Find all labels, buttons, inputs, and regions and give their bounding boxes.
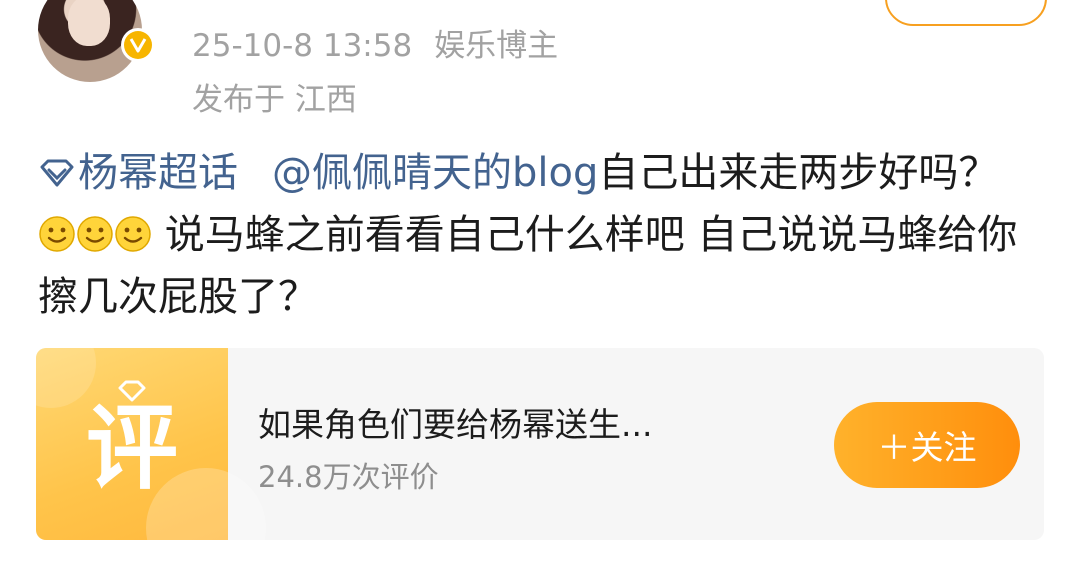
user-label: 娱乐博主 [434, 28, 559, 64]
card-subtitle: 24.8万次评价 [258, 460, 439, 494]
emoji-group [38, 212, 165, 258]
top-follow-button[interactable] [885, 0, 1047, 26]
card-thumb-glyph: 评 [86, 395, 178, 502]
card-thumbnail: 评 [36, 348, 266, 540]
verified-badge [121, 28, 155, 62]
smile-emoji-icon [115, 216, 151, 252]
smile-emoji-icon [77, 216, 113, 252]
post-location: 发布于 江西 [192, 82, 357, 118]
verified-icon [124, 31, 152, 59]
smile-emoji-icon [39, 216, 75, 252]
post-meta: 25-10-8 13:58 娱乐博主 [192, 20, 558, 65]
topic-card[interactable]: 评 如果角色们要给杨幂送生... 24.8万次评价 ＋关注 [36, 348, 1044, 540]
card-title[interactable]: 如果角色们要给杨幂送生... [258, 398, 652, 446]
post-text-part1: 自己出来走两步好吗？ [598, 150, 999, 196]
post-body: 杨幂超话 @佩佩晴天的blog自己出来走两步好吗？ 说马蜂之前看看自己什么样吧 自… [38, 142, 1048, 328]
post-timestamp: 25-10-8 13:58 [192, 28, 413, 64]
topic-link[interactable]: 杨幂超话 [38, 150, 238, 196]
topic-diamond-icon [40, 159, 74, 187]
mention-link[interactable]: @佩佩晴天的blog [272, 150, 598, 196]
follow-button-label: ＋关注 [877, 428, 977, 467]
topic-link-label: 杨幂超话 [78, 150, 238, 196]
review-logo-icon: 评 [86, 380, 178, 502]
post-text-part2: 说马蜂之前看看自己什么样吧 自己说说马蜂给你擦几次屁股了？ [38, 212, 1018, 320]
follow-button[interactable]: ＋关注 [834, 402, 1020, 488]
